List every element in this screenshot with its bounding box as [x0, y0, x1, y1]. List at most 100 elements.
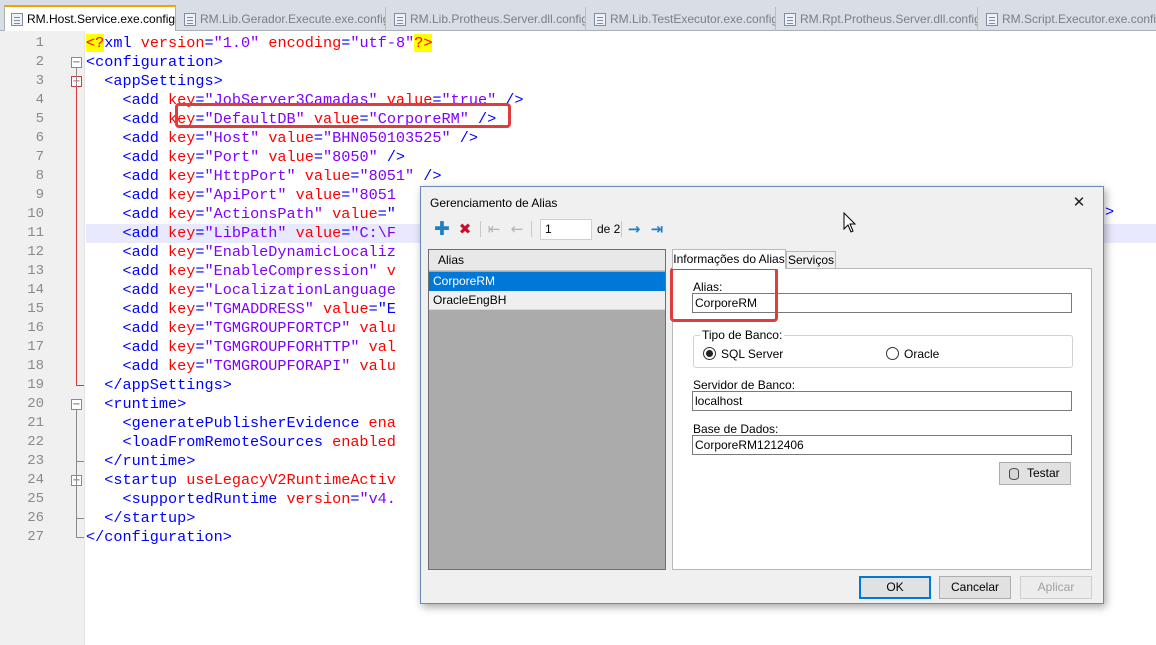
code-token-tag: < — [86, 433, 132, 451]
code-token-att: version — [286, 490, 351, 508]
fold-toggle-icon[interactable]: − — [71, 57, 82, 68]
code-token-tag — [296, 167, 305, 185]
code-token-att: key — [168, 338, 196, 356]
code-token-val: "8051 — [350, 186, 396, 204]
file-icon — [986, 12, 998, 26]
line-number: 23 — [27, 453, 44, 469]
tab-label: RM.Lib.Protheus.Server.dll.config — [410, 12, 586, 26]
tab-label: RM.Host.Service.exe.config — [27, 12, 176, 26]
code-token-att: key — [168, 300, 196, 318]
tab-alias-info[interactable]: Informações do Alias — [672, 249, 786, 269]
fold-end-marker — [76, 532, 84, 538]
line-number: 24 — [27, 472, 44, 488]
code-token-tag: /> — [377, 148, 406, 166]
first-record-icon[interactable]: ⇤ — [484, 219, 504, 239]
sqlserver-radio[interactable] — [703, 347, 716, 360]
alias-list-header[interactable]: Alias — [429, 250, 665, 271]
file-icon — [594, 12, 606, 26]
code-token-tag: /> — [450, 129, 478, 147]
tab-gerador-execute-config[interactable]: RM.Lib.Gerador.Execute.exe.config ✕ — [178, 7, 386, 31]
code-token-val: "TGMGROUPFORTCP" — [204, 319, 351, 337]
tab-label: RM.Script.Executor.exe.config — [1002, 12, 1156, 26]
oracle-label[interactable]: Oracle — [904, 347, 939, 361]
code-token-val: "Host" — [204, 129, 260, 147]
code-token-tag: = — [195, 205, 205, 223]
database-input[interactable]: CorporeRM1212406 — [692, 435, 1072, 455]
code-line[interactable]: <configuration> — [86, 53, 1156, 72]
code-token-tag: <startup — [86, 471, 187, 489]
code-token-tag: <add — [86, 205, 169, 223]
code-token-att: value — [332, 205, 378, 223]
code-token-tag: = — [195, 262, 205, 280]
line-number: 4 — [35, 92, 44, 108]
code-token-tag: /> — [414, 167, 442, 185]
code-line[interactable]: <appSettings> — [86, 72, 1156, 91]
tab-script-executor-config[interactable]: RM.Script.Executor.exe.config — [980, 7, 1156, 31]
close-icon[interactable]: ✕ — [1067, 191, 1091, 213]
list-item-oracleengbh[interactable]: OracleEngBH — [429, 291, 665, 310]
code-token-tag: <appSettings> — [86, 72, 223, 90]
test-connection-button[interactable]: Testar — [999, 462, 1071, 485]
code-token-att: version — [140, 34, 205, 52]
code-line[interactable]: <add key="Host" value="BHN050103525" /> — [86, 129, 1156, 148]
code-token-tag: < — [86, 414, 132, 432]
code-token-tag: ="E — [368, 300, 396, 318]
code-token-pi: <? — [86, 34, 105, 52]
mouse-cursor-icon — [843, 212, 857, 233]
code-token-val: "EnableCompression" — [204, 262, 378, 280]
oracle-radio[interactable] — [886, 347, 899, 360]
code-token-att: key — [168, 129, 196, 147]
code-token-tag — [259, 148, 268, 166]
line-number: 11 — [27, 225, 44, 241]
code-line[interactable]: <add key="Port" value="8050" /> — [86, 148, 1156, 167]
code-token-tag: = — [204, 34, 214, 52]
record-position-input[interactable]: 1 — [540, 219, 592, 240]
line-number: 9 — [35, 187, 44, 203]
cancel-button[interactable]: Cancelar — [939, 576, 1011, 599]
code-token-att: key — [168, 224, 196, 242]
test-button-label: Testar — [1027, 466, 1060, 480]
code-token-val: "ApiPort" — [204, 186, 287, 204]
tab-test-executor-config[interactable]: RM.Lib.TestExecutor.exe.config ✕ — [588, 7, 776, 31]
tab-protheus-server-config[interactable]: RM.Lib.Protheus.Server.dll.config ✕ — [388, 7, 586, 31]
code-token-att: value — [295, 224, 342, 242]
alias-list[interactable]: Alias CorporeRM OracleEngBH — [428, 249, 666, 570]
list-item-corporerm[interactable]: CorporeRM — [429, 272, 665, 291]
code-token-att: value — [268, 148, 314, 166]
fold-end-marker — [76, 513, 84, 519]
code-token-tag: = — [195, 338, 205, 356]
delete-icon[interactable]: ✖ — [455, 219, 475, 239]
code-token-tag — [287, 186, 296, 204]
tab-label: RM.Rpt.Protheus.Server.dll.config — [800, 12, 978, 26]
sqlserver-label[interactable]: SQL Server — [721, 347, 783, 361]
previous-record-icon[interactable]: ← — [507, 219, 527, 239]
code-token-att: useLegacyV2RuntimeActiv — [186, 471, 396, 489]
code-line[interactable]: <add key="HttpPort" value="8051" /> — [86, 167, 1156, 186]
fold-toggle-icon[interactable]: − — [71, 399, 82, 410]
code-token-tag: loadFromRemoteSources — [131, 433, 333, 451]
apply-button[interactable]: Aplicar — [1020, 576, 1092, 599]
file-icon — [11, 12, 23, 26]
code-token-val: "8050" — [323, 148, 378, 166]
code-line[interactable]: <?xml version="1.0" encoding="utf-8"?> — [86, 34, 1156, 53]
line-number: 18 — [27, 358, 44, 374]
line-number: 7 — [35, 149, 44, 165]
server-input[interactable]: localhost — [692, 391, 1072, 411]
next-record-icon[interactable]: → — [624, 219, 644, 239]
db-type-legend: Tipo de Banco: — [700, 328, 785, 342]
code-token-tag: = — [195, 319, 205, 337]
code-token-val: "v4. — [359, 490, 396, 508]
tab-host-service-config[interactable]: RM.Host.Service.exe.config ✕ — [4, 5, 176, 31]
tab-services[interactable]: Serviços — [786, 251, 836, 269]
ok-button[interactable]: OK — [859, 576, 931, 599]
code-token-tag: = — [195, 186, 205, 204]
code-token-tag: <add — [86, 167, 169, 185]
code-token-tag: = — [195, 357, 205, 375]
record-navigator: ✚ ✖ ⇤ ← 1 de 2 → ⇥ — [427, 218, 1097, 242]
last-record-icon[interactable]: ⇥ — [647, 219, 667, 239]
line-number: 13 — [27, 263, 44, 279]
tab-rpt-protheus-server-config[interactable]: RM.Rpt.Protheus.Server.dll.config ✕ — [778, 7, 978, 31]
add-icon[interactable]: ✚ — [432, 219, 452, 239]
line-number: 16 — [27, 320, 44, 336]
fold-guide-line — [76, 410, 77, 537]
